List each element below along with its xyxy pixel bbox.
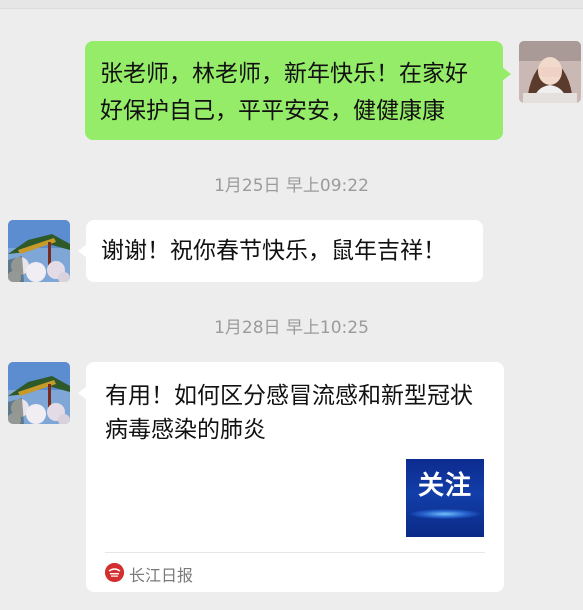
timestamp: 1月28日 早上10:25 xyxy=(214,318,369,338)
outgoing-message-bubble[interactable]: 张老师，林老师，新年快乐！在家好好保护自己，平平安安，健健康康 xyxy=(85,41,511,140)
article-source: 长江日报 xyxy=(129,566,194,585)
timestamp: 1月25日 早上09:22 xyxy=(214,176,369,196)
card-divider xyxy=(105,552,485,553)
contact-avatar-photo xyxy=(8,362,70,424)
contact-avatar[interactable] xyxy=(8,220,70,282)
self-avatar-photo xyxy=(519,41,581,103)
thumbnail-text: 关注 xyxy=(417,471,472,501)
self-avatar[interactable] xyxy=(519,41,581,103)
incoming-message-text: 谢谢！祝你春节快乐，鼠年吉祥！ xyxy=(101,238,446,264)
thumbnail-glow xyxy=(410,509,480,519)
outgoing-message-text: 张老师，林老师，新年快乐！在家好好保护自己，平平安安，健健康康 xyxy=(100,61,468,124)
top-edge xyxy=(0,0,583,9)
article-title: 有用！如何区分感冒流感和新型冠状病毒感染的肺炎 xyxy=(105,383,473,443)
contact-avatar[interactable] xyxy=(8,362,70,424)
incoming-message-bubble[interactable]: 谢谢！祝你春节快乐，鼠年吉祥！ xyxy=(78,220,483,282)
contact-avatar-photo xyxy=(8,220,70,282)
newspaper-logo-icon xyxy=(105,563,124,582)
article-thumbnail: 关注 xyxy=(406,459,484,537)
shared-article-card[interactable]: 有用！如何区分感冒流感和新型冠状病毒感染的肺炎 关注 长江日报 xyxy=(78,362,504,592)
